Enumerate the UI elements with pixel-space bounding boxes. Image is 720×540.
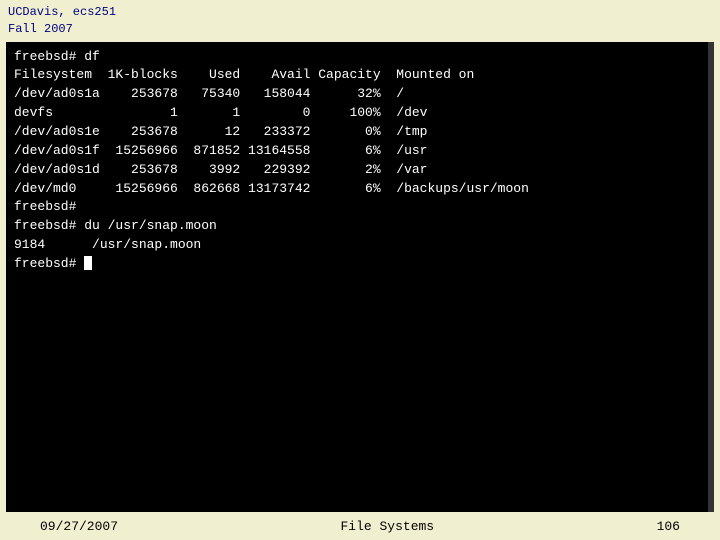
terminal-content: freebsd# dfFilesystem 1K-blocks Used Ava… bbox=[14, 48, 706, 274]
footer-page: 106 bbox=[657, 519, 680, 534]
terminal-line: freebsd# bbox=[14, 198, 706, 217]
terminal-line: /dev/ad0s1f 15256966 871852 13164558 6% … bbox=[14, 142, 706, 161]
terminal-cursor bbox=[84, 256, 92, 270]
header-line2: Fall 2007 bbox=[8, 21, 712, 38]
header: UCDavis, ecs251 Fall 2007 bbox=[0, 0, 720, 42]
terminal-line: /dev/ad0s1d 253678 3992 229392 2% /var bbox=[14, 161, 706, 180]
terminal-window: freebsd# dfFilesystem 1K-blocks Used Ava… bbox=[6, 42, 714, 512]
scrollbar[interactable] bbox=[708, 42, 714, 512]
footer-title: File Systems bbox=[340, 519, 434, 534]
terminal-line: /dev/ad0s1a 253678 75340 158044 32% / bbox=[14, 85, 706, 104]
terminal-line: /dev/md0 15256966 862668 13173742 6% /ba… bbox=[14, 180, 706, 199]
terminal-line: 9184 /usr/snap.moon bbox=[14, 236, 706, 255]
footer: 09/27/2007 File Systems 106 bbox=[0, 513, 720, 540]
terminal-line: devfs 1 1 0 100% /dev bbox=[14, 104, 706, 123]
footer-date: 09/27/2007 bbox=[40, 519, 118, 534]
header-line1: UCDavis, ecs251 bbox=[8, 4, 712, 21]
terminal-line: freebsd# du /usr/snap.moon bbox=[14, 217, 706, 236]
terminal-line: freebsd# df bbox=[14, 48, 706, 67]
terminal-line: freebsd# bbox=[14, 255, 706, 274]
terminal-line: /dev/ad0s1e 253678 12 233372 0% /tmp bbox=[14, 123, 706, 142]
terminal-line: Filesystem 1K-blocks Used Avail Capacity… bbox=[14, 66, 706, 85]
